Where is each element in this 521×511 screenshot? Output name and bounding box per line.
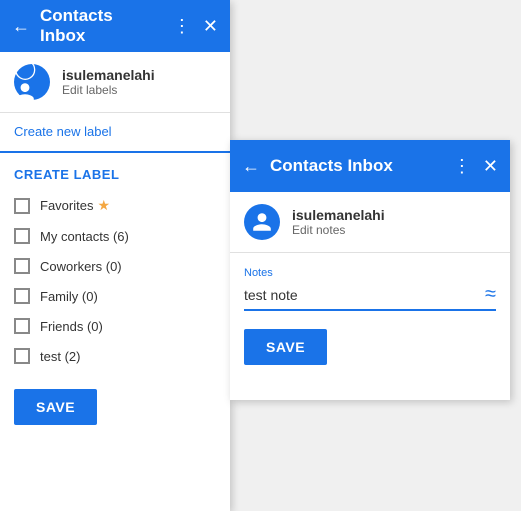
list-item: Friends (0): [14, 311, 216, 341]
friends-checkbox[interactable]: [14, 318, 30, 334]
right-panel: ← Contacts Inbox ⋮ ✕ isulemanelahi Edit …: [230, 140, 510, 400]
list-item: test (2): [14, 341, 216, 371]
left-close-icon[interactable]: ✕: [203, 16, 218, 37]
label-family-text: Family (0): [40, 289, 98, 304]
left-more-icon[interactable]: ⋮: [173, 16, 191, 37]
notes-section: Notes ≈: [230, 253, 510, 311]
my-contacts-checkbox[interactable]: [14, 228, 30, 244]
right-avatar: [244, 204, 280, 240]
avatar-person-icon: ◯: [14, 56, 50, 109]
notes-wavy-icon[interactable]: ≈: [485, 283, 496, 306]
right-user-row: isulemanelahi Edit notes: [230, 192, 510, 253]
right-avatar-person-icon: [251, 211, 273, 233]
create-link-row: Create new label: [0, 113, 230, 153]
family-checkbox[interactable]: [14, 288, 30, 304]
right-panel-header: ← Contacts Inbox ⋮ ✕: [230, 140, 510, 192]
favorites-checkbox[interactable]: [14, 198, 30, 214]
right-user-subtext[interactable]: Edit notes: [292, 223, 385, 237]
label-test-text: test (2): [40, 349, 80, 364]
right-back-button[interactable]: ←: [242, 156, 260, 177]
notes-label: Notes: [244, 267, 496, 279]
right-user-name: isulemanelahi: [292, 207, 385, 223]
label-favorites-text: Favorites: [40, 198, 93, 213]
left-user-subtext[interactable]: Edit labels: [62, 83, 155, 97]
star-icon: ★: [97, 197, 110, 214]
create-label-heading: CREATE LABEL: [0, 153, 230, 190]
left-panel-title: Contacts Inbox: [40, 6, 161, 46]
notes-input[interactable]: [244, 287, 481, 303]
list-item: Favorites ★: [14, 190, 216, 221]
left-user-name: isulemanelahi: [62, 67, 155, 83]
coworkers-checkbox[interactable]: [14, 258, 30, 274]
notes-input-row: ≈: [244, 283, 496, 311]
test-checkbox[interactable]: [14, 348, 30, 364]
label-list: Favorites ★ My contacts (6) Coworkers (0…: [0, 190, 230, 371]
right-user-info: isulemanelahi Edit notes: [292, 207, 385, 237]
label-friends-text: Friends (0): [40, 319, 103, 334]
left-panel-header: ← Contacts Inbox ⋮ ✕: [0, 0, 230, 52]
left-user-info: isulemanelahi Edit labels: [62, 67, 155, 97]
right-more-icon[interactable]: ⋮: [453, 156, 471, 177]
left-back-button[interactable]: ←: [12, 16, 30, 37]
left-user-row: ◯ isulemanelahi Edit labels: [0, 52, 230, 113]
create-new-label-link[interactable]: Create new label: [14, 124, 112, 139]
left-panel: ← Contacts Inbox ⋮ ✕ ◯ isulemanelahi Edi…: [0, 0, 230, 511]
list-item: Coworkers (0): [14, 251, 216, 281]
list-item: Family (0): [14, 281, 216, 311]
left-save-button[interactable]: SAVE: [14, 389, 97, 425]
right-panel-title: Contacts Inbox: [270, 156, 441, 176]
label-coworkers-text: Coworkers (0): [40, 259, 122, 274]
right-save-button[interactable]: SAVE: [244, 329, 327, 365]
left-avatar: ◯: [14, 64, 50, 100]
right-close-icon[interactable]: ✕: [483, 156, 498, 177]
label-my-contacts-text: My contacts (6): [40, 229, 129, 244]
list-item: My contacts (6): [14, 221, 216, 251]
